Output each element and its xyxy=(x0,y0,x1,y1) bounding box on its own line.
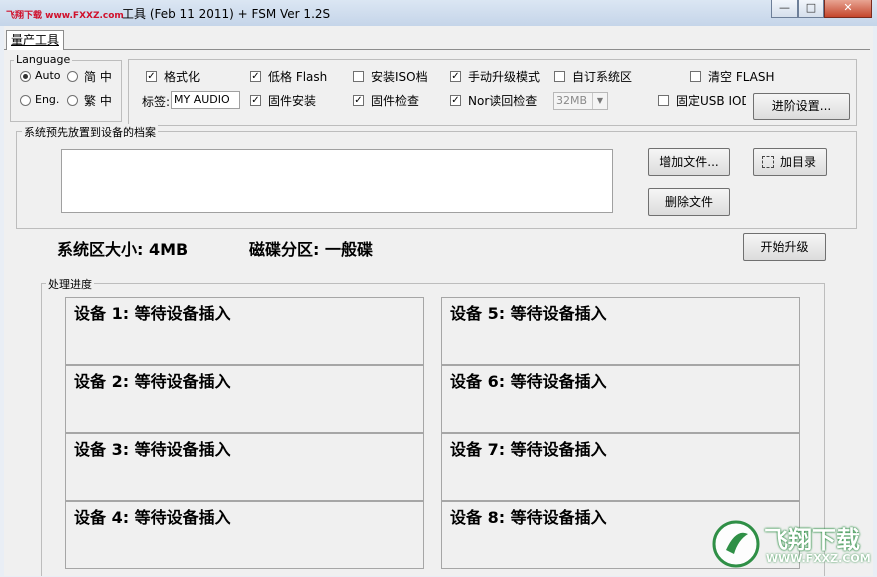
firmware-install-checkbox[interactable]: ✓ xyxy=(250,95,261,106)
nor-check-checkbox[interactable]: ✓ xyxy=(450,95,461,106)
clear-flash-checkbox[interactable] xyxy=(690,71,701,82)
manual-upgrade-checkbox[interactable]: ✓ xyxy=(450,71,461,82)
device-status: 设备 7: 等待设备插入 xyxy=(450,440,607,459)
radio-auto[interactable] xyxy=(20,71,31,82)
delete-file-button[interactable]: 删除文件 xyxy=(648,188,730,216)
add-directory-button[interactable]: 加目录 xyxy=(753,148,827,176)
folder-icon xyxy=(762,156,774,168)
logo-url: WWW.FXXZ.COM xyxy=(766,552,871,565)
format-label: 格式化 xyxy=(164,70,201,84)
device-slot-6: 设备 6: 等待设备插入 xyxy=(441,365,800,433)
preload-legend: 系统预先放置到设备的档案 xyxy=(22,124,158,140)
minimize-button[interactable]: — xyxy=(771,0,798,18)
device-slot-4: 设备 4: 等待设备插入 xyxy=(65,501,424,569)
fixed-usb-checkbox[interactable] xyxy=(658,95,669,106)
device-slot-1: 设备 1: 等待设备插入 xyxy=(65,297,424,365)
device-status: 设备 3: 等待设备插入 xyxy=(74,440,231,459)
volume-label-input[interactable]: MY AUDIO xyxy=(171,91,240,109)
device-status: 设备 6: 等待设备插入 xyxy=(450,372,607,391)
disk-partition-text: 磁碟分区: 一般碟 xyxy=(249,240,373,259)
fixed-usb-label: 固定USB IOD xyxy=(676,94,746,108)
site-logo: 飞翔下载 WWW.FXXZ.COM xyxy=(712,516,872,572)
radio-simplified-label: 简 中 xyxy=(84,70,112,84)
progress-legend: 处理进度 xyxy=(46,276,94,292)
tab-mass-production[interactable]: 量产工具 xyxy=(6,30,64,50)
radio-auto-label: Auto xyxy=(35,69,61,82)
manual-upgrade-label: 手动升级模式 xyxy=(468,70,541,84)
device-status: 设备 2: 等待设备插入 xyxy=(74,372,231,391)
device-slot-5: 设备 5: 等待设备插入 xyxy=(441,297,800,365)
clear-flash-label: 清空 FLASH xyxy=(708,70,775,84)
radio-traditional-label: 繁 中 xyxy=(84,94,112,108)
device-slot-7: 设备 7: 等待设备插入 xyxy=(441,433,800,501)
device-slot-3: 设备 3: 等待设备插入 xyxy=(65,433,424,501)
start-upgrade-button[interactable]: 开始升级 xyxy=(743,233,826,261)
firmware-install-label: 固件安装 xyxy=(268,94,317,108)
close-button[interactable]: ✕ xyxy=(824,0,872,18)
watermark-text: 飞翔下载 www.FXXZ.com xyxy=(6,11,124,21)
tab-label: 量产工具 xyxy=(10,33,59,47)
firmware-check-label: 固件检查 xyxy=(371,94,420,108)
add-file-button[interactable]: 增加文件... xyxy=(648,148,730,176)
radio-traditional[interactable] xyxy=(67,95,78,106)
format-checkbox[interactable]: ✓ xyxy=(146,71,157,82)
system-size-text: 系统区大小: 4MB xyxy=(57,240,189,259)
preload-file-list[interactable] xyxy=(61,149,613,213)
advanced-settings-button[interactable]: 进阶设置... xyxy=(753,93,850,120)
volume-label-caption: 标签: xyxy=(142,95,171,109)
language-legend: Language xyxy=(14,53,73,66)
low-format-label: 低格 Flash xyxy=(268,70,328,84)
install-iso-checkbox[interactable] xyxy=(353,71,364,82)
custom-system-label: 自订系统区 xyxy=(572,70,633,84)
custom-system-checkbox[interactable] xyxy=(554,71,565,82)
device-slot-2: 设备 2: 等待设备插入 xyxy=(65,365,424,433)
add-directory-label: 加目录 xyxy=(780,155,817,169)
device-status: 设备 8: 等待设备插入 xyxy=(450,508,607,527)
device-status: 设备 5: 等待设备插入 xyxy=(450,304,607,323)
low-format-checkbox[interactable]: ✓ xyxy=(250,71,261,82)
firmware-check-checkbox[interactable]: ✓ xyxy=(353,95,364,106)
nor-check-label: Nor读回检查 xyxy=(468,94,538,108)
radio-eng[interactable] xyxy=(20,95,31,106)
nor-size-value: 32MB xyxy=(556,94,588,107)
radio-eng-label: Eng. xyxy=(35,93,60,106)
radio-simplified[interactable] xyxy=(67,71,78,82)
install-iso-label: 安装ISO档 xyxy=(371,70,428,84)
logo-icon xyxy=(712,520,760,568)
device-status: 设备 1: 等待设备插入 xyxy=(74,304,231,323)
maximize-button[interactable]: □ xyxy=(798,0,824,18)
logo-text: 飞翔下载 xyxy=(764,526,860,554)
nor-size-select[interactable]: 32MB ▼ xyxy=(553,92,608,110)
chevron-down-icon: ▼ xyxy=(592,93,607,109)
device-status: 设备 4: 等待设备插入 xyxy=(74,508,231,527)
window-title: 工具 (Feb 11 2011) + FSM Ver 1.2S xyxy=(122,7,331,21)
